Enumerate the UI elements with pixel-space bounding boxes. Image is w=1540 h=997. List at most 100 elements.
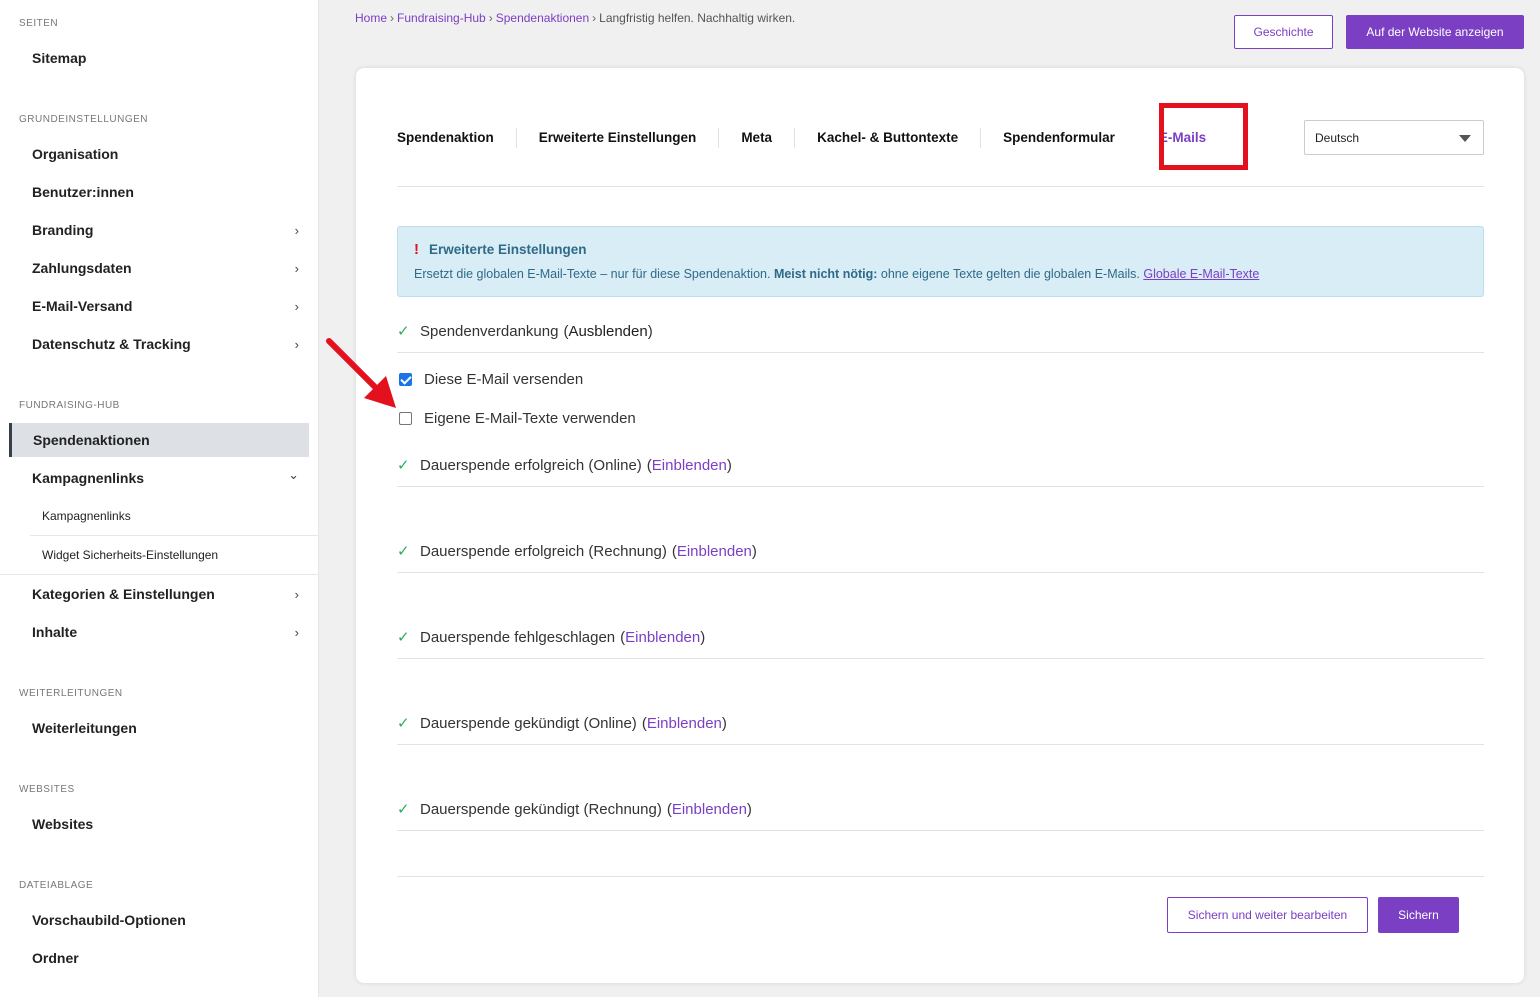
save-and-continue-button[interactable]: Sichern und weiter bearbeiten [1167,897,1368,933]
sidebar-item-weiterleitungen[interactable]: Weiterleitungen [0,711,319,745]
sidebar-item-benutzer[interactable]: Benutzer:innen [0,175,319,209]
row-divider [397,572,1484,573]
sidebar-item-kampagnenlinks[interactable]: Kampagnenlinks ⌄ [0,461,319,495]
sidebar-item-label: Kampagnenlinks [42,509,131,523]
tab-spendenaktion[interactable]: Spendenaktion [397,128,517,148]
show-toggle-link[interactable]: Einblenden [672,801,747,818]
tab-spendenformular[interactable]: Spendenformular [981,128,1137,148]
checkbox-label: Diese E-Mail versenden [424,371,584,388]
chevron-right-icon: › [294,222,299,238]
sidebar-item-inhalte[interactable]: Inhalte › [0,615,319,649]
section-heading-websites: WEBSITES [19,784,75,795]
alert-title-text: Erweiterte Einstellungen [429,242,587,257]
sidebar-item-label: Spendenaktionen [33,432,150,448]
alert-text: Ersetzt die globalen E-Mail-Texte – nur … [414,267,1259,281]
sidebar-item-label: Organisation [32,146,119,162]
footer-divider [397,876,1484,877]
checkmark-icon: ✓ [397,457,410,474]
chevron-right-icon: › [294,298,299,314]
sidebar-item-datenschutz[interactable]: Datenschutz & Tracking › [0,327,319,361]
breadcrumb-home[interactable]: Home [355,11,387,25]
sidebar-subitem-widget-security[interactable]: Widget Sicherheits-Einstellungen [0,536,319,574]
sidebar-item-label: Websites [32,816,94,832]
checkmark-icon: ✓ [397,715,410,732]
sidebar-item-label: Weiterleitungen [32,720,137,736]
row-divider [397,830,1484,831]
save-button[interactable]: Sichern [1378,897,1459,933]
custom-texts-checkbox[interactable] [399,412,412,425]
show-toggle-link[interactable]: Einblenden [625,629,700,646]
email-row-dauerspende-gekuendigt-rechnung: ✓ Dauerspende gekündigt (Rechnung) (Einb… [397,794,1484,824]
sidebar-item-organisation[interactable]: Organisation [0,137,319,171]
tab-highlight-annotation [1159,103,1248,170]
language-select-value: Deutsch [1315,130,1360,145]
info-alert: ! Erweiterte Einstellungen Ersetzt die g… [397,226,1484,297]
email-row-dauerspende-erfolgreich-online: ✓ Dauerspende erfolgreich (Online) (Einb… [397,450,1484,480]
sidebar-item-label: Benutzer:innen [32,184,134,200]
paren-close: ) [746,800,752,818]
sidebar-item-label: Zahlungsdaten [32,260,132,276]
language-select[interactable]: Deutsch [1304,120,1484,155]
chevron-right-icon: › [294,586,299,602]
send-email-checkbox[interactable] [399,373,412,386]
chevron-right-icon: › [294,336,299,352]
tab-erweiterte-einstellungen[interactable]: Erweiterte Einstellungen [517,128,720,148]
paren-close: ) [751,542,757,560]
sidebar-item-sitemap[interactable]: Sitemap [0,41,319,75]
section-heading-grundeinstellungen: GRUNDEINSTELLUNGEN [19,114,149,125]
sidebar-item-websites[interactable]: Websites [0,807,319,841]
sidebar-item-spendenaktionen[interactable]: Spendenaktionen [9,423,309,457]
breadcrumb-spendenaktionen[interactable]: Spendenaktionen [496,11,589,25]
show-toggle-link[interactable]: Einblenden [652,457,727,474]
email-name: Dauerspende gekündigt (Rechnung) [420,800,662,818]
sidebar-item-label: Kategorien & Einstellungen [32,586,215,602]
sidebar-subitem-kampagnenlinks[interactable]: Kampagnenlinks [0,497,319,535]
email-row-dauerspende-gekuendigt-online: ✓ Dauerspende gekündigt (Online) (Einble… [397,708,1484,738]
email-name: Dauerspende gekündigt (Online) [420,714,637,732]
tab-meta[interactable]: Meta [719,128,796,148]
sidebar-item-vorschaubild[interactable]: Vorschaubild-Optionen [0,903,319,937]
breadcrumb-fundraising-hub[interactable]: Fundraising-Hub [397,11,486,25]
email-row-dauerspende-fehlgeschlagen: ✓ Dauerspende fehlgeschlagen (Einblenden… [397,622,1484,652]
sidebar-item-label: E-Mail-Versand [32,298,133,314]
exclamation-icon: ! [414,241,419,258]
email-name: Dauerspende fehlgeschlagen [420,628,616,646]
checkbox-row-send-email[interactable]: Diese E-Mail versenden [399,371,583,388]
sidebar-item-zahlungsdaten[interactable]: Zahlungsdaten › [0,251,319,285]
section-heading-weiterleitungen: WEITERLEITUNGEN [19,688,123,699]
sidebar-item-branding[interactable]: Branding › [0,213,319,247]
sidebar-item-label: Sitemap [32,50,87,66]
section-heading-dateiablage: DATEIABLAGE [19,880,94,891]
sidebar-item-label: Kampagnenlinks [32,470,145,486]
view-on-website-button[interactable]: Auf der Website anzeigen [1346,15,1524,49]
show-toggle-link[interactable]: Einblenden [677,543,752,560]
global-email-texts-link[interactable]: Globale E-Mail-Texte [1143,267,1259,281]
history-button[interactable]: Geschichte [1234,15,1333,49]
chevron-down-icon: ⌄ [288,467,299,482]
sidebar-item-email-versand[interactable]: E-Mail-Versand › [0,289,319,323]
chevron-right-icon: › [294,260,299,276]
breadcrumb-separator: › [592,11,597,25]
sidebar-item-label: Widget Sicherheits-Einstellungen [42,548,219,562]
sidebar-item-kategorien[interactable]: Kategorien & Einstellungen › [0,577,319,611]
divider [0,574,319,575]
email-name: Dauerspende erfolgreich (Rechnung) [420,542,667,560]
sidebar-item-ordner[interactable]: Ordner [0,941,319,975]
edit-card: Spendenaktion Erweiterte Einstellungen M… [356,68,1524,983]
paren-close: ) [700,628,706,646]
show-toggle-link[interactable]: Einblenden [647,715,722,732]
checkmark-icon: ✓ [397,543,410,560]
checkbox-label: Eigene E-Mail-Texte verwenden [424,410,636,427]
paren-close: ) [726,456,732,474]
caret-down-icon [1459,135,1471,142]
checkbox-row-custom-texts[interactable]: Eigene E-Mail-Texte verwenden [399,410,636,427]
email-name: Dauerspende erfolgreich (Online) [420,456,642,474]
breadcrumb-separator: › [390,11,395,25]
section-heading-seiten: SEITEN [19,18,59,29]
hide-toggle-link[interactable]: Ausblenden [568,323,647,340]
red-arrow-annotation [326,338,396,408]
breadcrumb-separator: › [488,11,493,25]
row-divider [397,352,1484,353]
row-divider [397,658,1484,659]
tab-kachel-buttontexte[interactable]: Kachel- & Buttontexte [795,128,982,148]
